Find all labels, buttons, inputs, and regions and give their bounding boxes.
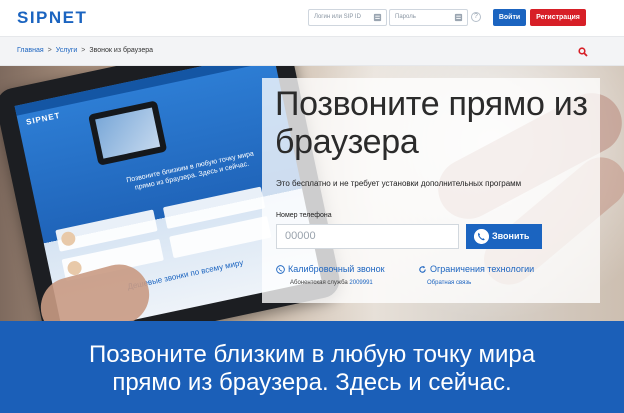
breadcrumb: Главная > Услуги > Звонок из браузера [17,47,153,54]
phone-icon [276,265,285,274]
banner-line-1: Позвоните близким в любую точку мира [88,341,536,368]
keyboard-icon[interactable] [373,13,382,22]
promo-banner: Позвоните близким в любую точку мира пря… [0,321,624,413]
technology-limits-link[interactable]: Ограничения технологии [418,264,534,274]
breadcrumb-home[interactable]: Главная [17,47,44,54]
phone-input[interactable]: 00000 [276,224,459,249]
call-panel: Позвоните прямо из браузера Это бесплатн… [262,78,600,303]
support-line: Абонентская служба 2009991 [290,280,373,286]
call-button-label: Звонить [492,231,530,241]
password-placeholder: Пароль [395,14,416,20]
tablet-screen-image [88,100,168,166]
breadcrumb-current: Звонок из браузера [89,47,153,54]
breadcrumb-bar: Главная > Услуги > Звонок из браузера [0,36,624,66]
tablet-screen-logo: SIPNET [25,110,62,127]
breadcrumb-separator: > [81,47,86,54]
register-button[interactable]: Регистрация [530,9,586,26]
phone-icon [474,229,489,244]
password-input[interactable]: Пароль [389,9,468,26]
calibration-call-link[interactable]: Калибровочный звонок [276,264,385,274]
feedback-link[interactable]: Обратная связь [427,280,471,286]
technology-limits-label: Ограничения технологии [430,264,535,274]
breadcrumb-separator: > [47,47,52,54]
banner-line-2: прямо из браузера. Здесь и сейчас. [112,369,512,396]
banner-text: Позвоните близким в любую точку мира пря… [0,341,624,397]
calibration-call-label: Калибровочный звонок [288,264,385,274]
top-header: SIPNET Логин или SIP ID Пароль ? Войти Р… [0,0,624,36]
support-number-link[interactable]: 2009991 [349,280,372,286]
panel-description: Это бесплатно и не требует установки доп… [276,179,522,188]
login-input[interactable]: Логин или SIP ID [308,9,387,26]
panel-title: Позвоните прямо из браузера [275,85,588,161]
breadcrumb-services[interactable]: Услуги [56,47,78,54]
support-label: Абонентская служба [290,280,348,286]
sipnet-logo[interactable]: SIPNET [17,8,87,28]
help-icon[interactable]: ? [471,12,481,22]
login-placeholder: Логин или SIP ID [314,14,361,20]
login-button[interactable]: Войти [493,9,526,26]
call-button[interactable]: Звонить [466,224,542,249]
keyboard-icon[interactable] [454,13,463,22]
search-icon[interactable] [578,47,588,57]
phone-label: Номер телефона [276,212,332,219]
refresh-icon [419,265,426,273]
